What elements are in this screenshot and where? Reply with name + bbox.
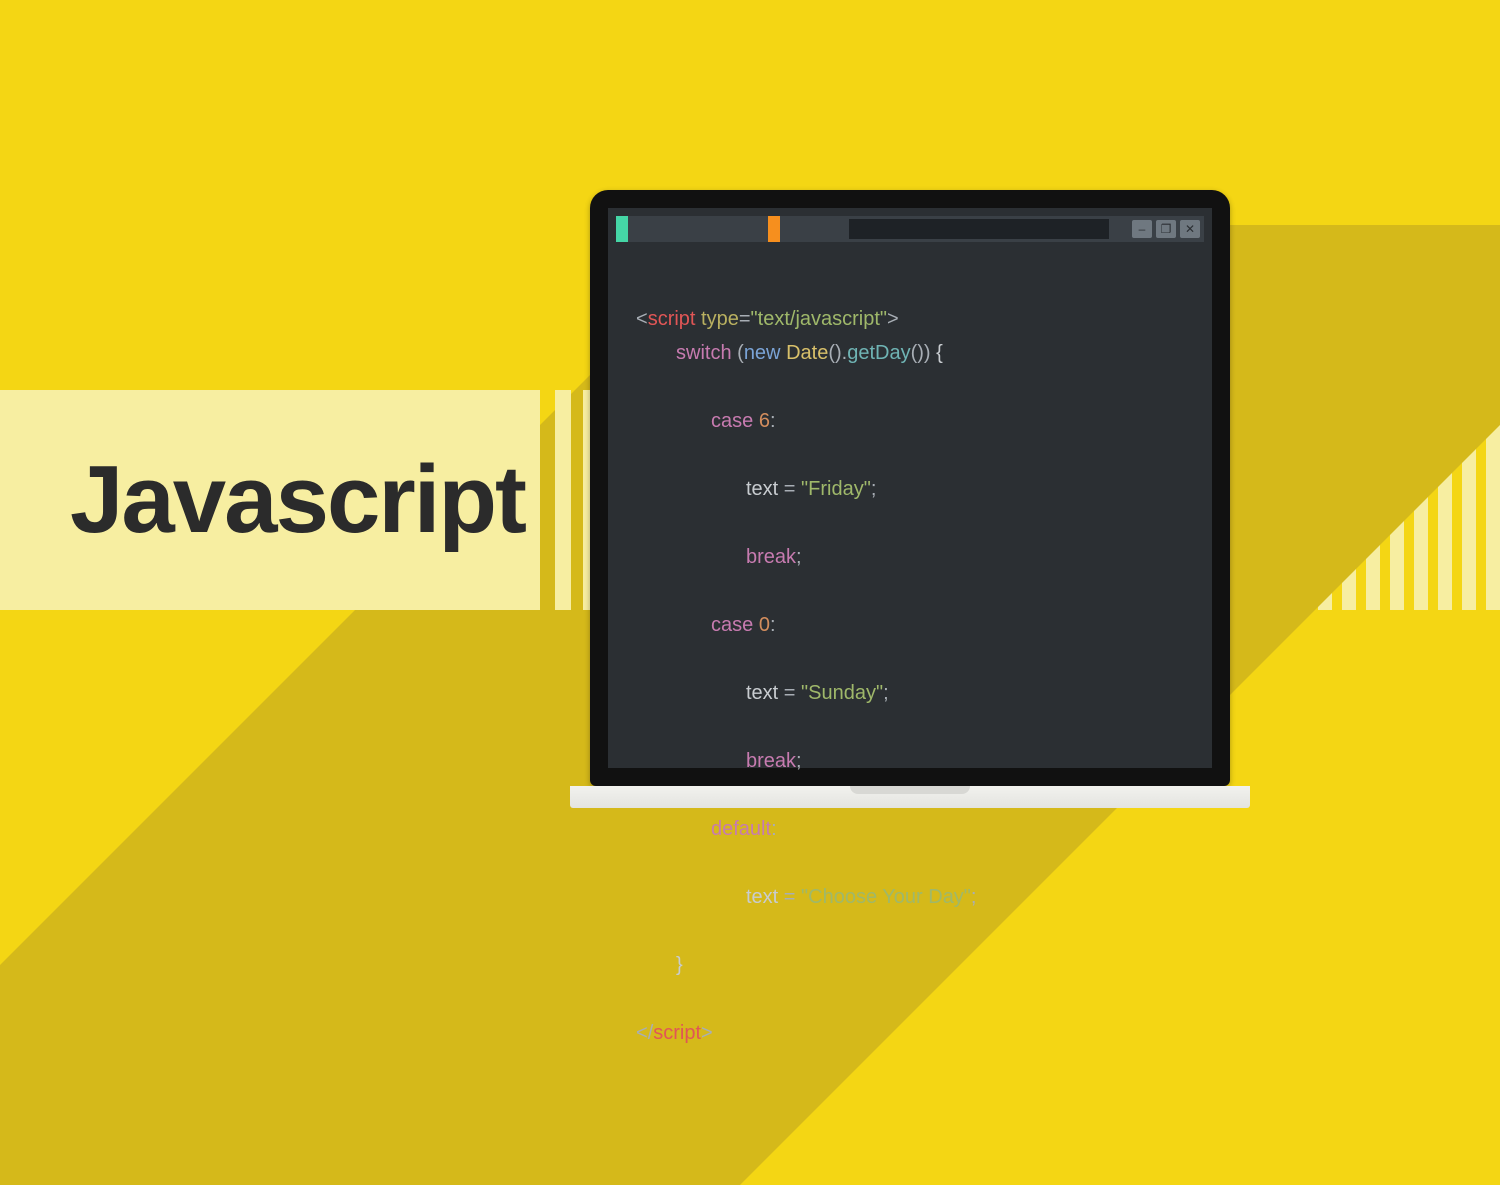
tab-indicator-green <box>616 216 628 242</box>
page-title: Javascript <box>0 445 525 555</box>
laptop-base <box>570 786 1250 808</box>
close-button[interactable]: ✕ <box>1180 220 1200 238</box>
code-block: <script type="text/javascript"> switch (… <box>636 268 1192 1050</box>
tab-indicator-orange <box>768 216 780 242</box>
title-band: Javascript <box>0 390 540 610</box>
maximize-button[interactable]: ❐ <box>1156 220 1176 238</box>
laptop: – ❐ ✕ <script type="text/javascript"> sw… <box>590 190 1230 808</box>
window-controls: – ❐ ✕ <box>1132 220 1200 238</box>
window-topbar: – ❐ ✕ <box>616 216 1204 242</box>
minimize-button[interactable]: – <box>1132 220 1152 238</box>
screen-frame: – ❐ ✕ <script type="text/javascript"> sw… <box>590 190 1230 786</box>
address-bar[interactable] <box>849 219 1109 239</box>
editor-screen: – ❐ ✕ <script type="text/javascript"> sw… <box>608 208 1212 768</box>
